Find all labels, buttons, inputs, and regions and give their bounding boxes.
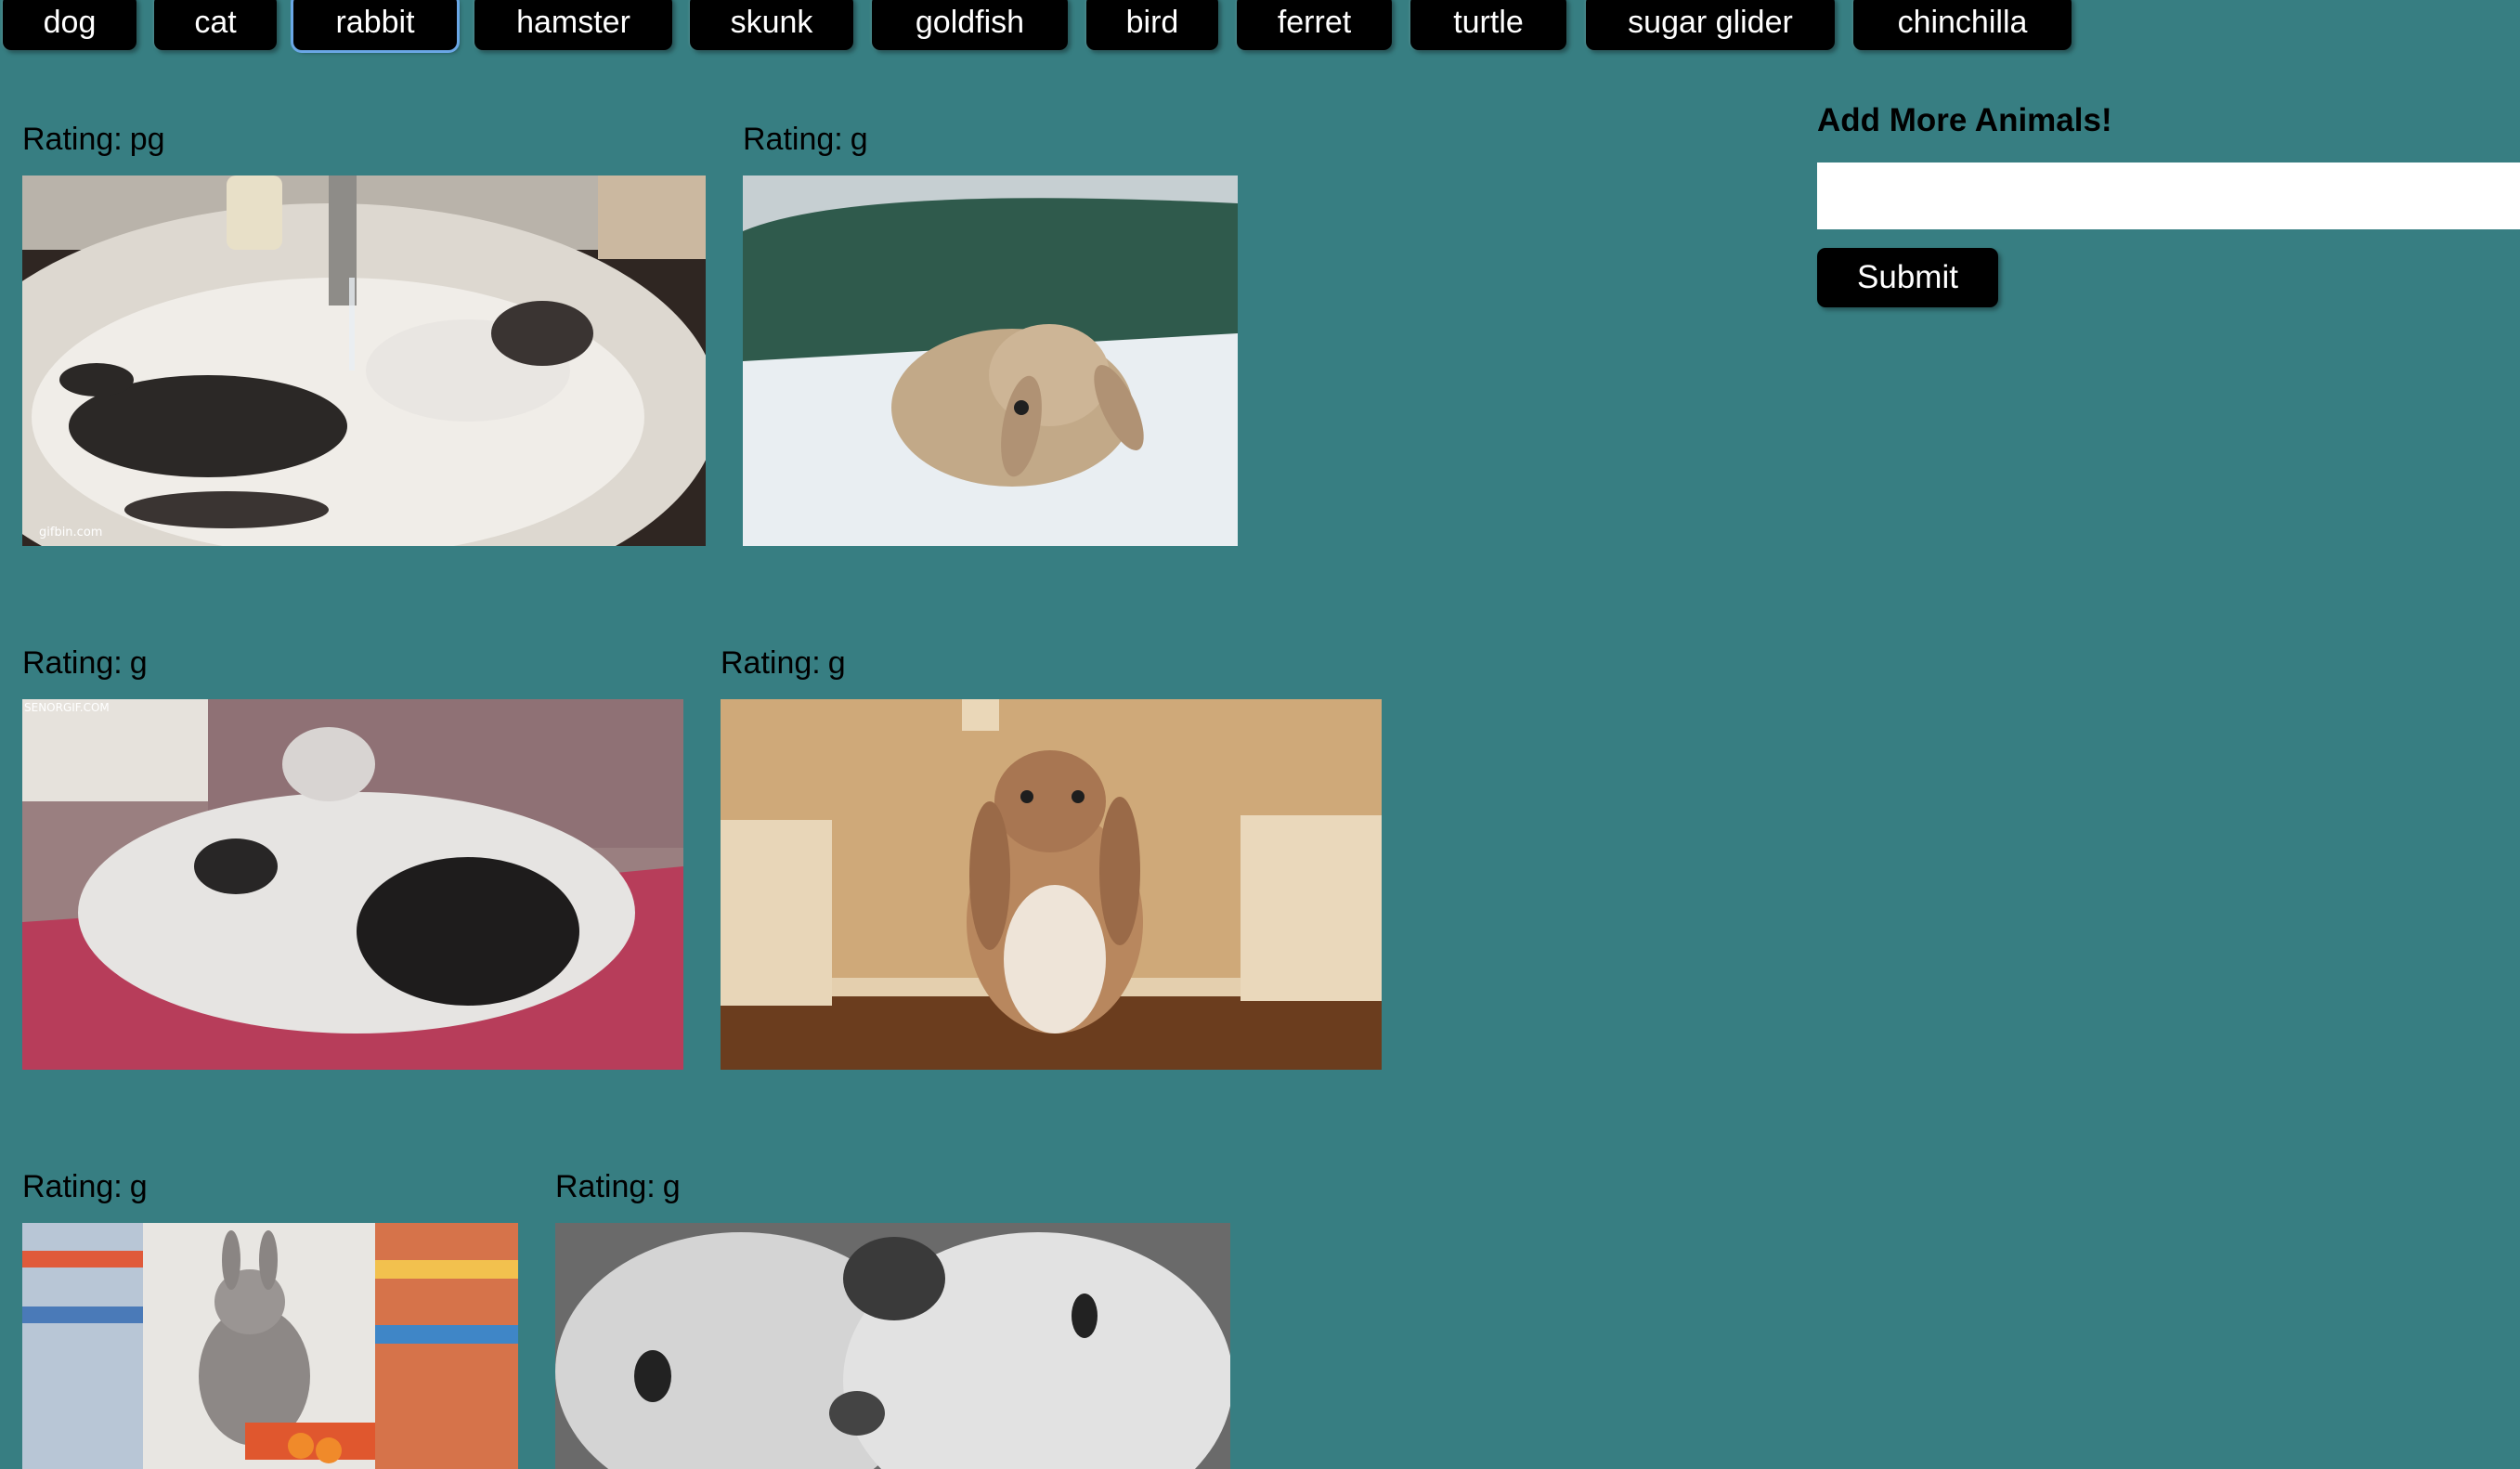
animal-button-bar: dog cat rabbit hamster skunk goldfish bi… xyxy=(0,0,2520,50)
sitting-bunny-illustration xyxy=(721,699,1382,1070)
animal-button-turtle[interactable]: turtle xyxy=(1410,0,1566,50)
animal-button-sugar-glider[interactable]: sugar glider xyxy=(1586,0,1835,50)
rabbit-gif-image[interactable]: SENORGIF.COM xyxy=(22,699,683,1070)
gif-rating: Rating: g xyxy=(22,1169,148,1204)
animal-button-goldfish[interactable]: goldfish xyxy=(872,0,1068,50)
rabbit-gif-image[interactable] xyxy=(721,699,1382,1070)
gif-watermark: SENORGIF.COM xyxy=(24,701,110,714)
animal-button-cat[interactable]: cat xyxy=(154,0,277,50)
gif-rating: Rating: g xyxy=(555,1169,681,1204)
rabbit-gif-image[interactable]: gifbin.com xyxy=(22,176,706,546)
animal-button-chinchilla[interactable]: chinchilla xyxy=(1853,0,2072,50)
gif-rating: Rating: g xyxy=(743,122,868,157)
add-animal-title: Add More Animals! xyxy=(1817,102,2112,138)
rabbit-gif-image[interactable] xyxy=(22,1223,518,1469)
gif-rating: Rating: g xyxy=(721,645,846,681)
rabbit-sink-illustration: gifbin.com xyxy=(22,176,706,546)
rabbit-on-couch-illustration: SENORGIF.COM xyxy=(22,699,683,1070)
animal-button-dog[interactable]: dog xyxy=(3,0,136,50)
submit-button[interactable]: Submit xyxy=(1817,248,1998,307)
gif-rating: Rating: pg xyxy=(22,122,165,157)
animal-button-hamster[interactable]: hamster xyxy=(474,0,672,50)
rabbit-gif-image[interactable] xyxy=(743,176,1238,546)
grocery-bunny-illustration xyxy=(22,1223,518,1469)
two-bunnies-illustration xyxy=(555,1223,1230,1469)
animal-button-ferret[interactable]: ferret xyxy=(1237,0,1392,50)
animal-button-bird[interactable]: bird xyxy=(1086,0,1218,50)
rabbit-gif-image[interactable] xyxy=(555,1223,1230,1469)
animal-input[interactable] xyxy=(1817,162,2520,229)
bunny-on-mat-illustration xyxy=(743,176,1238,546)
gif-rating: Rating: g xyxy=(22,645,148,681)
animal-button-rabbit[interactable]: rabbit xyxy=(293,0,457,50)
add-animal-form: Add More Animals! Submit xyxy=(1817,102,2520,307)
gif-watermark: gifbin.com xyxy=(39,526,102,540)
animal-button-skunk[interactable]: skunk xyxy=(690,0,853,50)
